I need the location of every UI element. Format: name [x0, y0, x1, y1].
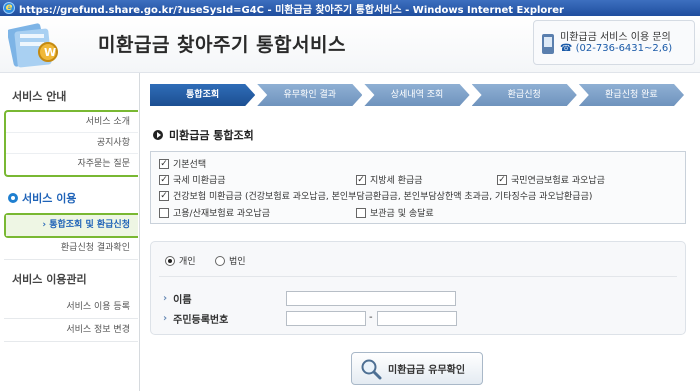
nav-item-notice[interactable]: 공지사항 [6, 133, 138, 154]
site-header: W 미환급금 찾아주기 통합서비스 미환급금 서비스 이용 문의 ☎ (02-7… [0, 16, 700, 73]
checkbox-deposit[interactable]: 보관금 및 송달료 [356, 206, 434, 219]
step-detail-search: 상세내역 조회 [364, 84, 469, 106]
browser-title: https://grefund.share.go.kr/?useSysId=G4… [19, 4, 564, 16]
contact-title: 미환급금 서비스 이용 문의 [560, 32, 671, 43]
svg-text:W: W [44, 46, 56, 59]
nav-section-service-manage: 서비스 이용관리 [12, 273, 87, 286]
checkbox-national-tax[interactable]: ✓ 국세 미환급금 [159, 173, 226, 186]
step-refund-apply: 환급신청 [472, 84, 577, 106]
magnifier-icon [361, 359, 382, 379]
radio-personal[interactable]: 개인 [165, 254, 196, 267]
checkbox-health-label: 건강보험 미환급금 (건강보험료 과오납금, 본인부담금환급금, 본인부담상한액… [173, 192, 593, 202]
left-nav: 서비스 안내 서비스 소개 공지사항 자주묻는 질문 서비스 이용 › 통합조회… [0, 73, 142, 391]
id-number-dash: - [369, 312, 373, 323]
nav-item-register[interactable]: 서비스 이용 등록 [4, 296, 138, 319]
progress-steps: 통합조회 유무확인 결과 상세내역 조회 환급신청 환급신청 완료 [150, 84, 686, 106]
nav-group-service-info: 서비스 소개 공지사항 자주묻는 질문 [4, 110, 138, 177]
contact-phone: ☎ (02-736-6431~2,6) [560, 43, 673, 54]
radio-selected-icon[interactable] [165, 255, 175, 266]
name-input[interactable] [286, 291, 456, 306]
checkbox-checked-icon[interactable]: ✓ [159, 190, 169, 201]
step-integrated-search: 통합조회 [150, 84, 255, 106]
browser-title-bar: e https://grefund.share.go.kr/?useSysId=… [0, 0, 700, 16]
nav-item-integrated-search[interactable]: › 통합조회 및 환급신청 [6, 215, 138, 236]
radio-corporate[interactable]: 법인 [215, 254, 246, 267]
form-divider [159, 276, 677, 277]
nav-plain-service-use: 환급신청 결과확인 [4, 237, 138, 260]
checkbox-checked-icon[interactable]: ✓ [497, 174, 507, 185]
check-refund-button-label: 미환급금 유무확인 [388, 365, 466, 376]
checkbox-deposit-label: 보관금 및 송달료 [370, 209, 434, 219]
nav-item-integrated-search-label: 통합조회 및 환급신청 [49, 220, 130, 230]
checkbox-local-tax[interactable]: ✓ 지방세 환급금 [356, 173, 423, 186]
site-logo-icon[interactable]: W [8, 20, 68, 68]
checkbox-employment[interactable]: 고용/산재보험료 과오납금 [159, 206, 270, 219]
checkbox-local-tax-label: 지방세 환급금 [370, 176, 423, 186]
nav-item-refund-result[interactable]: 환급신청 결과확인 [4, 237, 138, 260]
checkbox-basic[interactable]: ✓ 기본선택 [159, 157, 206, 170]
nav-section-service-use-label: 서비스 이용 [22, 192, 77, 205]
nav-item-service-intro[interactable]: 서비스 소개 [6, 112, 138, 133]
checkbox-basic-label: 기본선택 [173, 160, 207, 170]
radio-unselected-icon[interactable] [215, 255, 225, 266]
step-existence-result: 유무확인 결과 [257, 84, 362, 106]
nav-group-service-use: › 통합조회 및 환급신청 [4, 213, 138, 238]
nav-item-change-info[interactable]: 서비스 정보 변경 [4, 319, 138, 342]
step-refund-complete: 환급신청 완료 [579, 84, 684, 106]
nav-group-service-manage: 서비스 이용 등록 서비스 정보 변경 [4, 296, 138, 342]
id-number-label: 주민등록번호 [163, 311, 228, 326]
checkbox-checked-icon[interactable]: ✓ [159, 158, 169, 169]
search-form: 개인 법인 이름 주민등록번호 - [150, 241, 686, 335]
nav-section-service-use[interactable]: 서비스 이용 [8, 190, 76, 206]
section-title: 미환급금 통합조회 [153, 127, 254, 143]
id-number-back-input[interactable] [377, 311, 457, 326]
checkbox-unchecked-icon[interactable] [159, 207, 169, 218]
contact-box: 미환급금 서비스 이용 문의 ☎ (02-736-6431~2,6) [533, 20, 695, 65]
play-bullet-icon [153, 130, 163, 140]
name-label: 이름 [163, 291, 191, 306]
id-number-front-input[interactable] [286, 311, 366, 326]
checkbox-health[interactable]: ✓ 건강보험 미환급금 (건강보험료 과오납금, 본인부담금환급금, 본인부담상… [159, 189, 592, 202]
checkbox-checked-icon[interactable]: ✓ [159, 174, 169, 185]
internet-explorer-icon: e [3, 2, 15, 14]
checkbox-employment-label: 고용/산재보험료 과오납금 [173, 209, 270, 219]
nav-section-service-info: 서비스 안내 [12, 90, 67, 103]
radio-corporate-label: 법인 [229, 257, 246, 267]
checkbox-pension[interactable]: ✓ 국민연금보험료 과오납금 [497, 173, 605, 186]
checkbox-national-tax-label: 국세 미환급금 [173, 176, 226, 186]
checkbox-unchecked-icon[interactable] [356, 207, 366, 218]
bullet-icon [8, 193, 18, 203]
check-refund-button[interactable]: 미환급금 유무확인 [351, 352, 483, 385]
checkbox-pension-label: 국민연금보험료 과오납금 [511, 176, 605, 186]
nav-divider [139, 73, 140, 391]
site-title: 미환급금 찾아주기 통합서비스 [98, 34, 346, 56]
section-title-text: 미환급금 통합조회 [169, 129, 254, 142]
phone-icon [542, 34, 554, 54]
nav-item-faq[interactable]: 자주묻는 질문 [6, 154, 138, 175]
refund-type-checkboxes: ✓ 기본선택 ✓ 국세 미환급금 ✓ 지방세 환급금 ✓ 국민연금보험료 과오납… [150, 151, 686, 224]
checkbox-checked-icon[interactable]: ✓ [356, 174, 366, 185]
radio-personal-label: 개인 [179, 257, 196, 267]
